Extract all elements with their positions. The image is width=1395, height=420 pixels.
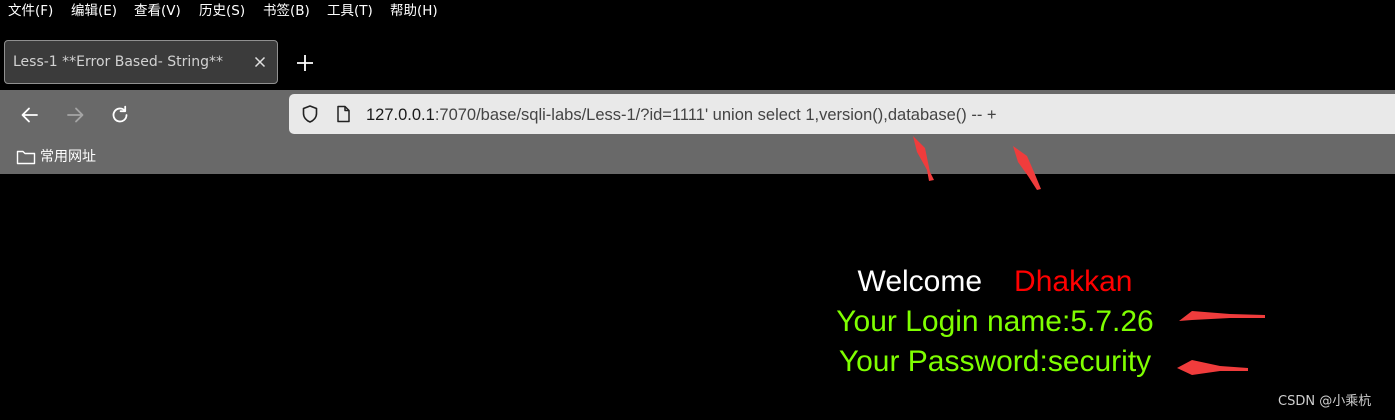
- menu-view[interactable]: 查看(V): [134, 2, 181, 20]
- watermark: CSDN @小乘杭: [1278, 394, 1372, 409]
- bookmarks-toolbar: 常用网址: [0, 140, 1395, 174]
- welcome-text: Welcome: [857, 265, 983, 298]
- page-content: Welcome Dhakkan Your Login name:5.7.26 Yo…: [0, 174, 1395, 420]
- page-icon[interactable]: [334, 104, 352, 124]
- tab-title: Less-1 **Error Based- String**: [13, 54, 223, 70]
- url-host: 127.0.0.1: [366, 106, 435, 124]
- reload-icon[interactable]: [109, 104, 131, 126]
- password-result: Your Password:security: [838, 345, 1152, 378]
- url-text[interactable]: 127.0.0.1:7070/base/sqli-labs/Less-1/?id…: [366, 104, 997, 126]
- menu-tools[interactable]: 工具(T): [327, 2, 373, 20]
- login-name-result: Your Login name:5.7.26: [836, 305, 1154, 338]
- plus-icon[interactable]: [294, 52, 316, 74]
- bookmark-folder-label: 常用网址: [40, 149, 96, 165]
- close-icon[interactable]: [251, 53, 269, 71]
- folder-icon: [16, 150, 36, 165]
- menu-history[interactable]: 历史(S): [199, 2, 245, 20]
- url-path: :7070/base/sqli-labs/Less-1/?id=1111' un…: [434, 106, 997, 124]
- welcome-name: Dhakkan: [1014, 265, 1133, 298]
- menu-file[interactable]: 文件(F): [8, 2, 53, 20]
- arrow-left-icon[interactable]: [19, 104, 41, 126]
- tab-less-1[interactable]: Less-1 **Error Based- String**: [4, 40, 278, 84]
- menu-edit[interactable]: 编辑(E): [71, 2, 117, 20]
- shield-icon[interactable]: [300, 104, 320, 124]
- welcome-line: Welcome Dhakkan: [780, 264, 1210, 300]
- menu-bookmarks[interactable]: 书签(B): [263, 2, 310, 20]
- tab-strip: Less-1 **Error Based- String**: [0, 24, 1395, 90]
- navigation-toolbar: 127.0.0.1:7070/base/sqli-labs/Less-1/?id…: [0, 90, 1395, 140]
- menu-help[interactable]: 帮助(H): [390, 2, 438, 20]
- address-bar[interactable]: 127.0.0.1:7070/base/sqli-labs/Less-1/?id…: [289, 94, 1395, 134]
- menu-bar: 文件(F) 编辑(E) 查看(V) 历史(S) 书签(B) 工具(T) 帮助(H…: [0, 0, 1395, 24]
- arrow-right-icon[interactable]: [64, 104, 86, 126]
